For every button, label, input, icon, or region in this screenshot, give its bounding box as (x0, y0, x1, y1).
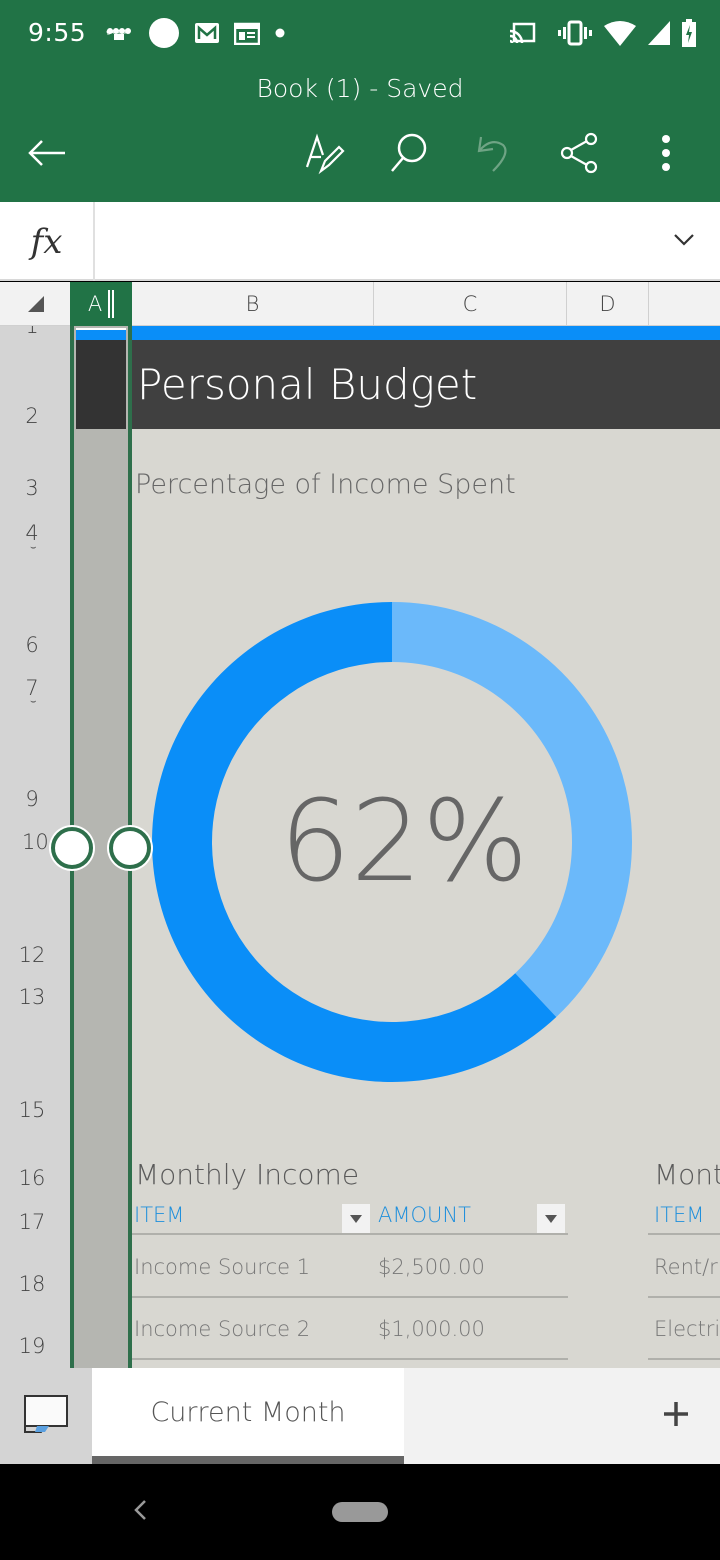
income-row-1-amount[interactable]: $2,500.00 (378, 1255, 485, 1279)
income-amount-filter-button[interactable] (537, 1204, 565, 1234)
sheet-tab-current-month[interactable]: Current Month (92, 1368, 404, 1464)
row-header[interactable]: 9 (0, 787, 67, 811)
income-row-2-item[interactable]: Income Source 2 (134, 1317, 310, 1341)
undo-icon (471, 131, 515, 180)
row-header[interactable]: 15 (0, 1098, 67, 1122)
selection-handle-end[interactable] (109, 827, 151, 869)
vibrate-icon (558, 20, 592, 51)
status-time: 9:55 (28, 18, 87, 47)
sheet-list-button[interactable] (0, 1368, 92, 1464)
font-pen-icon (303, 131, 347, 180)
column-header-d[interactable]: D (567, 282, 649, 326)
dot-icon (274, 26, 286, 44)
column-label: D (599, 292, 616, 316)
search-icon (386, 131, 430, 180)
share-button[interactable] (554, 130, 604, 180)
table-row-divider (648, 1296, 720, 1298)
sheet-tab-bar: Current Month (0, 1368, 720, 1464)
formula-input[interactable] (97, 202, 660, 281)
table-row-divider (648, 1358, 720, 1360)
sheets-icon (23, 1394, 69, 1439)
row-header[interactable]: 2 (0, 404, 67, 428)
donut-center-label: 62% (280, 777, 529, 907)
row-header[interactable]: 18 (0, 1272, 67, 1296)
undo-button[interactable] (468, 130, 518, 180)
monthly-expenses-title: Month (654, 1158, 720, 1191)
expenses-row-2-item[interactable]: Electri (654, 1317, 720, 1341)
row-header[interactable]: 17 (0, 1210, 67, 1234)
gmail-icon (194, 22, 220, 49)
table-row-divider (132, 1296, 568, 1298)
expenses-item-header: ITEM (654, 1203, 705, 1227)
selection-handle-start[interactable] (51, 827, 93, 869)
row-header[interactable]: 16 (0, 1166, 67, 1190)
arrow-left-icon (27, 138, 67, 173)
income-amount-header: AMOUNT (378, 1203, 471, 1227)
row-header[interactable]: 3 (0, 476, 67, 500)
nav-back-button[interactable] (122, 1492, 158, 1532)
cast-icon (508, 21, 536, 50)
cell-signal-icon (648, 20, 670, 50)
hidden-row-marker: ⌣ (30, 696, 37, 707)
column-header-c[interactable]: C (374, 282, 567, 326)
more-options-button[interactable] (641, 130, 691, 180)
status-system-icons (508, 18, 696, 52)
row-header[interactable]: 19 (0, 1334, 67, 1358)
accent-band-cell (76, 330, 126, 340)
sheet-title: Personal Budget (137, 360, 478, 409)
plus-icon (663, 1401, 689, 1432)
column-label: A (87, 292, 103, 316)
column-header-b[interactable]: B (132, 282, 374, 326)
worksheet-grid[interactable]: 1 2 3 4 ⌣ 6 7 ⌣ 9 10 12 13 15 16 17 18 1… (0, 326, 720, 1368)
income-row-1-item[interactable]: Income Source 1 (134, 1255, 310, 1279)
back-button[interactable] (22, 130, 72, 180)
column-header-a[interactable]: A (70, 282, 132, 326)
chevron-left-icon (133, 1499, 147, 1526)
wifi-icon (604, 20, 636, 51)
monthly-income-title: Monthly Income (135, 1158, 360, 1191)
system-navigation-bar (0, 1464, 720, 1560)
income-row-2-amount[interactable]: $1,000.00 (378, 1317, 485, 1341)
more-vertical-icon (660, 133, 672, 178)
chart-title: Percentage of Income Spent (135, 469, 516, 500)
column-resize-handle[interactable] (108, 290, 115, 318)
expenses-row-1-item[interactable]: Rent/r (654, 1255, 718, 1279)
income-item-filter-button[interactable] (342, 1204, 370, 1234)
formula-expand-button[interactable] (670, 228, 698, 256)
column-label: B (245, 292, 260, 316)
calendar-icon (233, 21, 261, 50)
nav-home-button[interactable] (332, 1502, 388, 1522)
column-label: C (462, 292, 478, 316)
app-header: 9:55 ᵍᵒᵒᵈ Book ( (0, 0, 720, 202)
share-icon (557, 131, 601, 180)
accent-band (132, 326, 720, 340)
column-header-row: A B C D (0, 282, 720, 326)
hidden-row-marker: ⌣ (30, 542, 37, 553)
table-row-divider (132, 1358, 568, 1360)
document-title: Book (1) - Saved (256, 74, 464, 103)
chevron-down-icon (673, 233, 695, 252)
row-header[interactable]: 6 (0, 633, 67, 657)
battery-charging-icon (682, 18, 696, 52)
circle-notification-icon (148, 17, 180, 54)
table-header-divider (648, 1233, 720, 1235)
select-all-button[interactable] (0, 282, 70, 326)
add-sheet-button[interactable] (656, 1396, 696, 1436)
status-notifications: ᵍᵒᵒᵈ (104, 17, 286, 54)
fx-label: fx (0, 202, 95, 281)
donut-chart[interactable]: 62% (142, 592, 642, 1092)
row-header[interactable]: 13 (0, 985, 67, 1009)
tv-app-icon: ᵍᵒᵒᵈ (104, 23, 134, 48)
edit-format-button[interactable] (300, 130, 350, 180)
row-header[interactable]: 12 (0, 943, 67, 967)
table-header-divider (132, 1233, 568, 1235)
row-header[interactable]: 1 (0, 326, 67, 338)
title-band-cell (76, 340, 126, 429)
search-button[interactable] (383, 130, 433, 180)
income-item-header: ITEM (134, 1203, 185, 1227)
formula-bar: fx (0, 202, 720, 281)
